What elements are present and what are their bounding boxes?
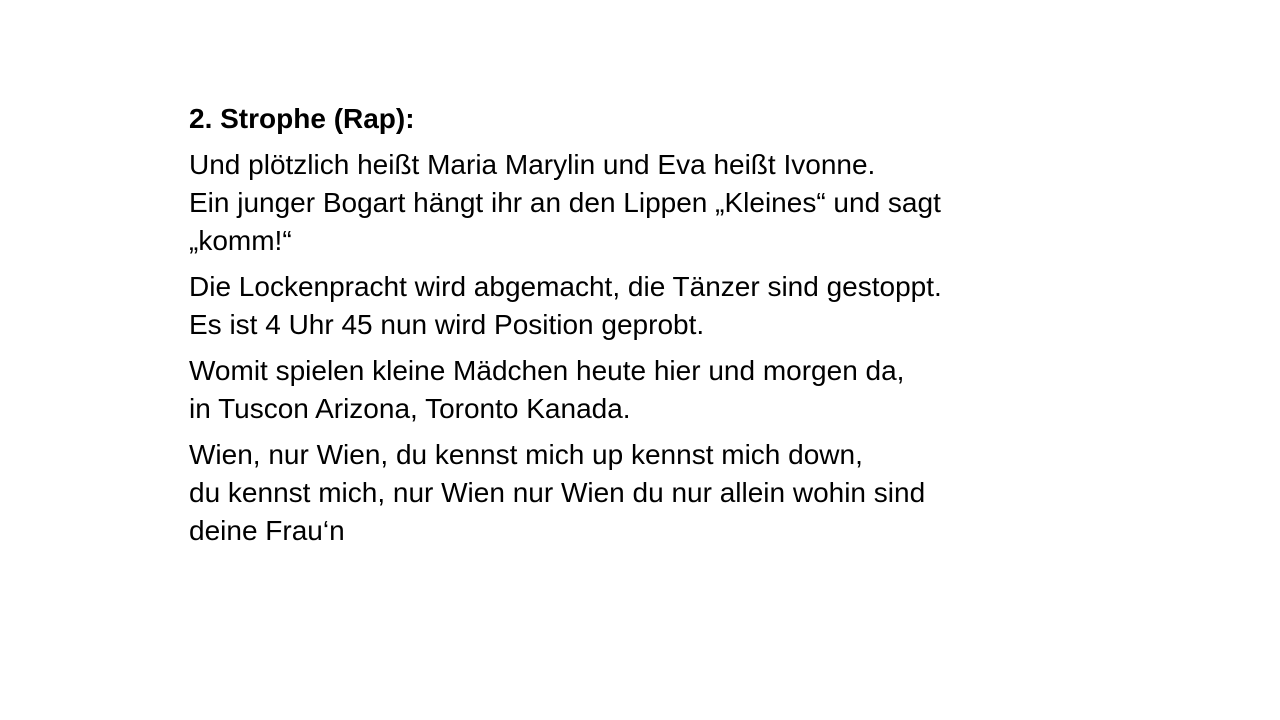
- lyric-line: Die Lockenpracht wird abgemacht, die Tän…: [189, 271, 942, 302]
- verse-heading: 2. Strophe (Rap):: [189, 103, 415, 134]
- lyrics-text-block: 2. Strophe (Rap): Und plötzlich heißt Ma…: [189, 100, 1149, 558]
- stanza-1: Und plötzlich heißt Maria Marylin und Ev…: [189, 146, 1149, 260]
- lyric-line: Und plötzlich heißt Maria Marylin und Ev…: [189, 149, 876, 180]
- stanza-3: Womit spielen kleine Mädchen heute hier …: [189, 352, 1149, 428]
- lyric-line: du kennst mich, nur Wien nur Wien du nur…: [189, 477, 926, 508]
- stanza-2: Die Lockenpracht wird abgemacht, die Tän…: [189, 268, 1149, 344]
- lyric-line: in Tuscon Arizona, Toronto Kanada.: [189, 393, 631, 424]
- lyric-line: Wien, nur Wien, du kennst mich up kennst…: [189, 439, 863, 470]
- lyric-line: deine Frau‘n: [189, 515, 345, 546]
- lyric-line: Es ist 4 Uhr 45 nun wird Position geprob…: [189, 309, 705, 340]
- lyric-line: „komm!“: [189, 225, 292, 256]
- lyric-line: Ein junger Bogart hängt ihr an den Lippe…: [189, 187, 941, 218]
- slide: 2. Strophe (Rap): Und plötzlich heißt Ma…: [0, 0, 1280, 720]
- lyric-line: Womit spielen kleine Mädchen heute hier …: [189, 355, 905, 386]
- stanza-4: Wien, nur Wien, du kennst mich up kennst…: [189, 436, 1149, 550]
